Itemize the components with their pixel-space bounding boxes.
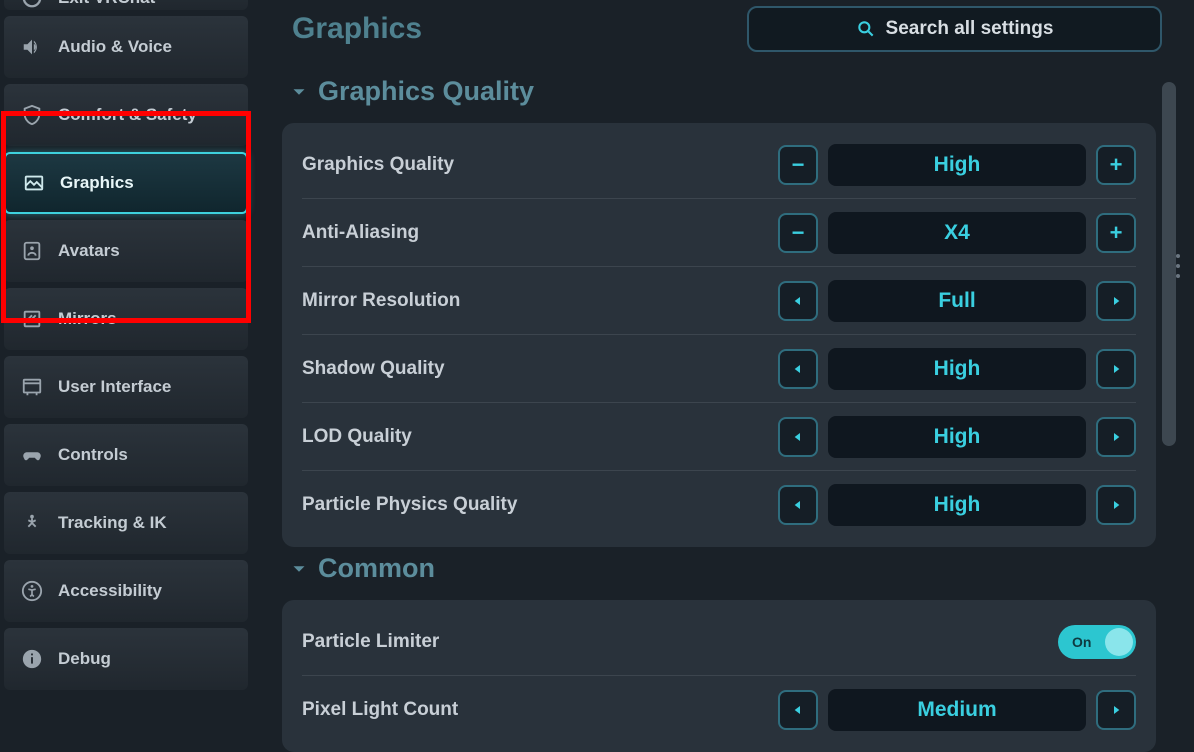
sidebar-item-tracking[interactable]: Tracking & IK [4,492,248,554]
sidebar-item-label: Accessibility [58,581,162,601]
next-button[interactable] [1096,417,1136,457]
toggle-knob [1105,628,1133,656]
setting-value: High [828,484,1086,526]
sidebar-item-avatars[interactable]: Avatars [4,220,248,282]
prev-button[interactable] [778,690,818,730]
setting-row: Shadow Quality High [302,335,1136,403]
section-title: Graphics Quality [318,76,534,107]
setting-label: Anti-Aliasing [302,222,419,244]
sidebar-item-ui[interactable]: User Interface [4,356,248,418]
panel-graphics-quality: Graphics Quality − High + Anti-Aliasing … [282,123,1156,547]
setting-row: LOD Quality High [302,403,1136,471]
accessibility-icon [20,579,44,603]
sidebar-item-label: Debug [58,649,111,669]
chevron-down-icon [288,558,310,580]
next-button[interactable] [1096,281,1136,321]
next-button[interactable] [1096,349,1136,389]
setting-control: − High + [778,144,1136,186]
search-label: Search all settings [886,18,1054,40]
setting-control: High [778,348,1136,390]
setting-control: − X4 + [778,212,1136,254]
prev-button[interactable] [778,485,818,525]
setting-row: Particle Limiter On [302,608,1136,676]
drag-handle-icon[interactable] [1176,254,1182,278]
setting-label: Particle Physics Quality [302,494,517,516]
sidebar-item-label: Exit VRChat [58,0,155,8]
setting-control: Medium [778,689,1136,731]
section-header-graphics-quality[interactable]: Graphics Quality [282,70,1156,123]
mirror-icon [20,307,44,331]
sidebar-item-mirrors[interactable]: Mirrors [4,288,248,350]
image-icon [22,171,46,195]
sidebar-item-comfort[interactable]: Comfort & Safety [4,84,248,146]
section-title: Common [318,553,435,584]
sidebar-item-label: Controls [58,445,128,465]
sidebar-item-accessibility[interactable]: Accessibility [4,560,248,622]
sidebar-item-label: Avatars [58,241,120,261]
prev-button[interactable] [778,281,818,321]
setting-row: Particle Physics Quality High [302,471,1136,539]
scrollbar[interactable] [1162,82,1176,446]
setting-value: High [828,348,1086,390]
exit-icon [20,0,44,10]
setting-value: High [828,144,1086,186]
info-icon [20,647,44,671]
decrease-button[interactable]: − [778,145,818,185]
avatar-icon [20,239,44,263]
prev-button[interactable] [778,417,818,457]
increase-button[interactable]: + [1096,145,1136,185]
increase-button[interactable]: + [1096,213,1136,253]
toggle-label: On [1072,634,1091,650]
setting-control: Full [778,280,1136,322]
setting-control: High [778,416,1136,458]
setting-label: Pixel Light Count [302,699,458,721]
chevron-down-icon [288,81,310,103]
setting-label: Mirror Resolution [302,290,460,312]
sidebar-item-debug[interactable]: Debug [4,628,248,690]
next-button[interactable] [1096,690,1136,730]
setting-label: Particle Limiter [302,631,439,653]
decrease-button[interactable]: − [778,213,818,253]
ui-icon [20,375,44,399]
prev-button[interactable] [778,349,818,389]
speaker-icon [20,35,44,59]
sidebar: Exit VRChat Audio & Voice Comfort & Safe… [0,0,252,747]
setting-value: Full [828,280,1086,322]
sidebar-item-label: Tracking & IK [58,513,167,533]
gamepad-icon [20,443,44,467]
search-all-settings[interactable]: Search all settings [747,6,1162,52]
setting-value: Medium [828,689,1086,731]
setting-label: Graphics Quality [302,154,454,176]
setting-value: X4 [828,212,1086,254]
setting-control: High [778,484,1136,526]
setting-row: Anti-Aliasing − X4 + [302,199,1136,267]
setting-value: High [828,416,1086,458]
sidebar-item-label: User Interface [58,377,171,397]
panel-common: Particle Limiter On Pixel Light Count Me… [282,600,1156,752]
sidebar-item-controls[interactable]: Controls [4,424,248,486]
sidebar-item-exit[interactable]: Exit VRChat [4,0,248,10]
content-area: Graphics Quality Graphics Quality − High… [262,70,1182,752]
setting-row: Graphics Quality − High + [302,131,1136,199]
setting-row: Pixel Light Count Medium [302,676,1136,744]
sidebar-item-label: Audio & Voice [58,37,172,57]
setting-row: Mirror Resolution Full [302,267,1136,335]
header: Graphics Search all settings [262,0,1182,70]
sidebar-item-label: Graphics [60,173,134,193]
sidebar-item-label: Mirrors [58,309,117,329]
main-content: Graphics Search all settings Graphics Qu… [262,0,1182,747]
search-icon [856,19,876,39]
setting-label: Shadow Quality [302,358,445,380]
sidebar-item-audio[interactable]: Audio & Voice [4,16,248,78]
page-title: Graphics [292,12,422,46]
next-button[interactable] [1096,485,1136,525]
setting-control: On [1058,625,1136,659]
toggle-switch[interactable]: On [1058,625,1136,659]
shield-icon [20,103,44,127]
section-header-common[interactable]: Common [282,547,1156,600]
sidebar-item-graphics[interactable]: Graphics [4,152,248,214]
setting-label: LOD Quality [302,426,412,448]
sidebar-item-label: Comfort & Safety [58,105,197,125]
tracking-icon [20,511,44,535]
